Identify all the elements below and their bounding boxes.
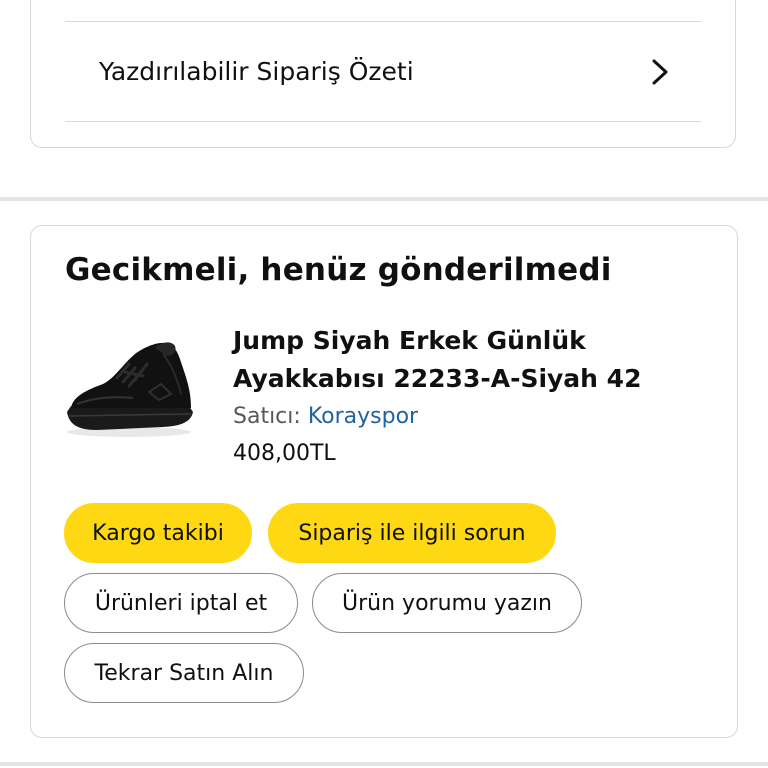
seller-line: Satıcı: Korayspor [233, 404, 703, 429]
order-problem-button[interactable]: Sipariş ile ilgili sorun [268, 503, 556, 563]
seller-link[interactable]: Korayspor [308, 404, 418, 429]
product-info: Jump Siyah Erkek Günlük Ayakkabısı 22233… [233, 322, 703, 466]
product-image[interactable] [63, 334, 203, 439]
divider [65, 121, 701, 122]
product-price: 408,00TL [233, 441, 336, 466]
cancel-items-button[interactable]: Ürünleri iptal et [64, 573, 298, 633]
buy-again-button[interactable]: Tekrar Satın Alın [64, 643, 304, 703]
printable-summary-label: Yazdırılabilir Sipariş Özeti [99, 57, 414, 86]
order-summary-card: Yazdırılabilir Sipariş Özeti [30, 0, 736, 148]
track-package-button[interactable]: Kargo takibi [64, 503, 252, 563]
product-title-line: Jump Siyah Erkek Günlük [233, 326, 586, 355]
shipment-card: Gecikmeli, henüz gönderilmedi Jump Siyah… [30, 225, 738, 738]
product-title-line: Ayakkabısı 22233-A-Siyah 42 [233, 364, 642, 393]
seller-prefix: Satıcı: [233, 404, 301, 429]
section-separator [0, 762, 768, 766]
printable-summary-row[interactable]: Yazdırılabilir Sipariş Özeti [65, 22, 701, 121]
shipment-status-title: Gecikmeli, henüz gönderilmedi [65, 252, 612, 288]
order-details-page: Yazdırılabilir Sipariş Özeti Gecikmeli, … [0, 0, 768, 768]
chevron-right-icon [652, 59, 668, 84]
product-title[interactable]: Jump Siyah Erkek Günlük Ayakkabısı 22233… [233, 322, 703, 398]
write-review-button[interactable]: Ürün yorumu yazın [312, 573, 582, 633]
section-separator [0, 197, 768, 201]
